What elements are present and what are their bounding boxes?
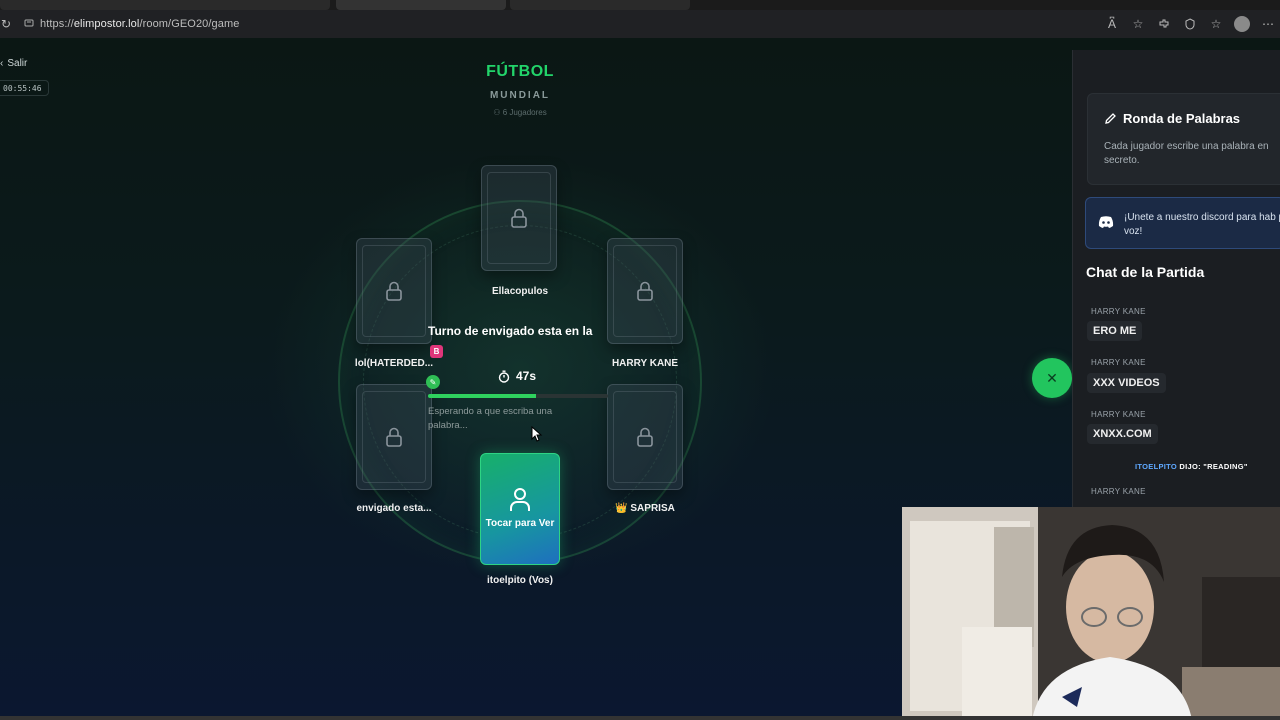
browser-toolbar: A͆ ☆ ☆ ⋯ — [1104, 10, 1276, 38]
chat-message-author: HARRY KANE — [1091, 487, 1146, 496]
turn-progress-fill — [428, 394, 536, 398]
turn-badge: B — [430, 345, 443, 358]
close-x-button[interactable]: ✕ — [1032, 358, 1072, 398]
taskbar-strip — [0, 716, 1280, 720]
close-icon: ✕ — [1046, 369, 1058, 386]
profile-icon[interactable] — [1234, 16, 1250, 32]
turn-countdown: 47s — [498, 369, 536, 383]
url-field[interactable]: https://elimpostor.lol/room/GEO20/game — [40, 18, 239, 30]
my-player-name: itoelpito (Vos) — [487, 575, 553, 586]
address-bar: ↻ https://elimpostor.lol/room/GEO20/game… — [0, 10, 1280, 38]
chat-message: ERO ME — [1087, 321, 1143, 341]
browser-tab[interactable] — [510, 0, 690, 10]
users-icon: ⚇ — [493, 108, 501, 117]
system-message: ITOELPITO DIJO: "READING" — [1135, 462, 1248, 471]
read-aloud-icon[interactable]: A͆ — [1104, 16, 1120, 32]
stopwatch-icon — [498, 370, 510, 383]
tap-to-see-label: Tocar para Ver — [485, 518, 555, 529]
favorite-star-icon[interactable]: ☆ — [1130, 16, 1146, 32]
player-name: Ellacopulos — [491, 286, 549, 297]
chat-message-author: HARRY KANE — [1091, 307, 1146, 316]
player-name: lol(HATERDED... — [354, 358, 434, 369]
my-word-card[interactable]: Tocar para Ver — [480, 453, 560, 565]
favorites-icon[interactable]: ☆ — [1208, 16, 1224, 32]
discord-banner[interactable]: ¡Unete a nuestro discord para hab por vo… — [1085, 197, 1280, 249]
chat-message-author: HARRY KANE — [1091, 358, 1146, 367]
chat-message: XXX VIDEOS — [1087, 373, 1166, 393]
extensions-icon[interactable] — [1156, 16, 1172, 32]
category-title: FÚTBOL — [486, 63, 554, 80]
more-icon[interactable]: ⋯ — [1260, 16, 1276, 32]
round-description: Cada jugador escribe una palabra en secr… — [1104, 141, 1269, 166]
exit-button[interactable]: ‹ Salir — [0, 58, 27, 69]
browser-tabstrip — [0, 0, 1280, 10]
round-info-panel: Ronda de Palabras Cada jugador escribe u… — [1087, 93, 1280, 185]
crown-icon: 👑 — [615, 503, 628, 514]
back-arrow-icon: ‹ — [0, 58, 4, 69]
players-count: ⚇ 6 Jugadores — [493, 108, 547, 117]
waiting-message: Esperando a que escriba una palabra... — [428, 406, 553, 431]
player-card-locked[interactable] — [356, 384, 432, 490]
player-card-locked[interactable] — [481, 165, 557, 271]
chat-message-author: HARRY KANE — [1091, 410, 1146, 419]
player-card-locked[interactable] — [607, 384, 683, 490]
browser-tab[interactable] — [0, 0, 330, 10]
webcam-overlay — [902, 507, 1280, 720]
reload-icon[interactable]: ↻ — [0, 17, 12, 31]
chat-message: XNXX.COM — [1087, 424, 1158, 444]
player-name: envigado esta... — [356, 503, 432, 514]
pencil-icon: ✎ — [426, 375, 440, 389]
mouse-cursor-icon — [531, 426, 543, 442]
exit-label: Salir — [7, 58, 28, 69]
user-icon — [510, 488, 530, 511]
round-title: Ronda de Palabras — [1104, 111, 1240, 126]
turn-status: Turno de envigado esta en la — [428, 324, 593, 338]
discord-text: ¡Unete a nuestro discord para hab por vo… — [1124, 212, 1280, 237]
elapsed-timer: 00:55:46 — [0, 80, 49, 96]
chat-title: Chat de la Partida — [1086, 264, 1205, 280]
site-info-icon[interactable] — [24, 18, 40, 31]
webcam-video — [902, 507, 1280, 720]
discord-icon — [1098, 216, 1114, 228]
turn-progress-bar — [428, 394, 608, 398]
player-name: HARRY KANE — [611, 358, 679, 369]
browser-tab-active[interactable] — [336, 0, 506, 10]
player-name-host: 👑 SAPRISA — [615, 503, 675, 514]
player-card-locked[interactable] — [356, 238, 432, 344]
pencil-icon — [1105, 113, 1116, 124]
browser-essentials-icon[interactable] — [1182, 16, 1198, 32]
player-card-locked[interactable] — [607, 238, 683, 344]
subcategory-title: MUNDIAL — [489, 90, 551, 101]
